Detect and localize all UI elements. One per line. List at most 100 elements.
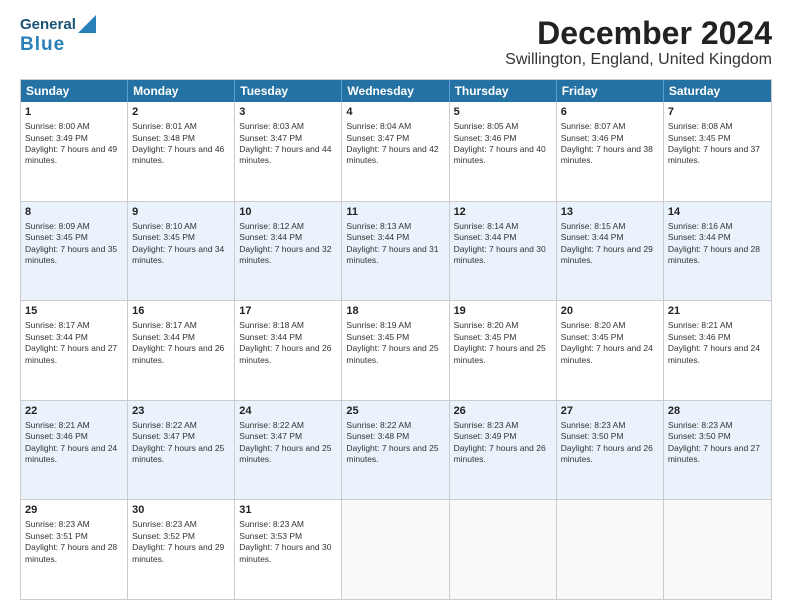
daylight-text: Daylight: 7 hours and 27 minutes. bbox=[25, 343, 117, 364]
sunset-text: Sunset: 3:49 PM bbox=[25, 133, 88, 143]
sunrise-text: Sunrise: 8:01 AM bbox=[132, 121, 197, 131]
day-number: 25 bbox=[346, 404, 444, 419]
sunset-text: Sunset: 3:44 PM bbox=[668, 232, 731, 242]
calendar-cell: 31Sunrise: 8:23 AMSunset: 3:53 PMDayligh… bbox=[235, 500, 342, 599]
calendar-day-header: Wednesday bbox=[342, 80, 449, 102]
sunset-text: Sunset: 3:44 PM bbox=[239, 232, 302, 242]
day-number: 18 bbox=[346, 304, 444, 319]
calendar-cell: 20Sunrise: 8:20 AMSunset: 3:45 PMDayligh… bbox=[557, 301, 664, 400]
daylight-text: Daylight: 7 hours and 25 minutes. bbox=[346, 443, 438, 464]
sunrise-text: Sunrise: 8:08 AM bbox=[668, 121, 733, 131]
sunrise-text: Sunrise: 8:17 AM bbox=[25, 320, 90, 330]
calendar-cell: 4Sunrise: 8:04 AMSunset: 3:47 PMDaylight… bbox=[342, 102, 449, 201]
day-number: 7 bbox=[668, 105, 767, 120]
calendar-cell: 10Sunrise: 8:12 AMSunset: 3:44 PMDayligh… bbox=[235, 202, 342, 301]
daylight-text: Daylight: 7 hours and 46 minutes. bbox=[132, 144, 224, 165]
calendar-week: 22Sunrise: 8:21 AMSunset: 3:46 PMDayligh… bbox=[21, 401, 771, 501]
daylight-text: Daylight: 7 hours and 24 minutes. bbox=[668, 343, 760, 364]
sunrise-text: Sunrise: 8:20 AM bbox=[561, 320, 626, 330]
day-number: 29 bbox=[25, 503, 123, 518]
sunset-text: Sunset: 3:44 PM bbox=[346, 232, 409, 242]
day-number: 5 bbox=[454, 105, 552, 120]
sunset-text: Sunset: 3:45 PM bbox=[561, 332, 624, 342]
calendar-cell: 28Sunrise: 8:23 AMSunset: 3:50 PMDayligh… bbox=[664, 401, 771, 500]
sunset-text: Sunset: 3:44 PM bbox=[561, 232, 624, 242]
calendar-header: SundayMondayTuesdayWednesdayThursdayFrid… bbox=[21, 80, 771, 102]
calendar-cell: 3Sunrise: 8:03 AMSunset: 3:47 PMDaylight… bbox=[235, 102, 342, 201]
sunset-text: Sunset: 3:46 PM bbox=[25, 431, 88, 441]
title-block: December 2024 Swillington, England, Unit… bbox=[505, 16, 772, 69]
logo-icon bbox=[78, 15, 96, 33]
day-number: 21 bbox=[668, 304, 767, 319]
calendar-cell: 23Sunrise: 8:22 AMSunset: 3:47 PMDayligh… bbox=[128, 401, 235, 500]
calendar-cell: 12Sunrise: 8:14 AMSunset: 3:44 PMDayligh… bbox=[450, 202, 557, 301]
daylight-text: Daylight: 7 hours and 24 minutes. bbox=[561, 343, 653, 364]
sunrise-text: Sunrise: 8:18 AM bbox=[239, 320, 304, 330]
calendar-day-header: Tuesday bbox=[235, 80, 342, 102]
day-number: 19 bbox=[454, 304, 552, 319]
logo-blue: Blue bbox=[20, 34, 96, 57]
day-number: 15 bbox=[25, 304, 123, 319]
day-number: 17 bbox=[239, 304, 337, 319]
daylight-text: Daylight: 7 hours and 26 minutes. bbox=[561, 443, 653, 464]
daylight-text: Daylight: 7 hours and 29 minutes. bbox=[561, 244, 653, 265]
daylight-text: Daylight: 7 hours and 28 minutes. bbox=[668, 244, 760, 265]
sunset-text: Sunset: 3:49 PM bbox=[454, 431, 517, 441]
daylight-text: Daylight: 7 hours and 28 minutes. bbox=[25, 542, 117, 563]
day-number: 2 bbox=[132, 105, 230, 120]
daylight-text: Daylight: 7 hours and 42 minutes. bbox=[346, 144, 438, 165]
sunset-text: Sunset: 3:45 PM bbox=[25, 232, 88, 242]
calendar-week: 15Sunrise: 8:17 AMSunset: 3:44 PMDayligh… bbox=[21, 301, 771, 401]
calendar-cell: 30Sunrise: 8:23 AMSunset: 3:52 PMDayligh… bbox=[128, 500, 235, 599]
calendar-cell bbox=[664, 500, 771, 599]
sunrise-text: Sunrise: 8:15 AM bbox=[561, 221, 626, 231]
sunset-text: Sunset: 3:45 PM bbox=[668, 133, 731, 143]
sunrise-text: Sunrise: 8:23 AM bbox=[239, 519, 304, 529]
calendar-cell: 29Sunrise: 8:23 AMSunset: 3:51 PMDayligh… bbox=[21, 500, 128, 599]
calendar-day-header: Friday bbox=[557, 80, 664, 102]
sunrise-text: Sunrise: 8:22 AM bbox=[346, 420, 411, 430]
sunrise-text: Sunrise: 8:21 AM bbox=[668, 320, 733, 330]
daylight-text: Daylight: 7 hours and 25 minutes. bbox=[239, 443, 331, 464]
sunrise-text: Sunrise: 8:07 AM bbox=[561, 121, 626, 131]
page: General Blue December 2024 Swillington, … bbox=[0, 0, 792, 612]
daylight-text: Daylight: 7 hours and 25 minutes. bbox=[454, 343, 546, 364]
sunrise-text: Sunrise: 8:23 AM bbox=[132, 519, 197, 529]
sunset-text: Sunset: 3:48 PM bbox=[132, 133, 195, 143]
daylight-text: Daylight: 7 hours and 25 minutes. bbox=[346, 343, 438, 364]
sunrise-text: Sunrise: 8:03 AM bbox=[239, 121, 304, 131]
sunrise-text: Sunrise: 8:09 AM bbox=[25, 221, 90, 231]
day-number: 27 bbox=[561, 404, 659, 419]
sunset-text: Sunset: 3:47 PM bbox=[132, 431, 195, 441]
day-number: 4 bbox=[346, 105, 444, 120]
day-number: 1 bbox=[25, 105, 123, 120]
day-number: 10 bbox=[239, 205, 337, 220]
sunrise-text: Sunrise: 8:00 AM bbox=[25, 121, 90, 131]
sunset-text: Sunset: 3:50 PM bbox=[561, 431, 624, 441]
daylight-text: Daylight: 7 hours and 34 minutes. bbox=[132, 244, 224, 265]
sunset-text: Sunset: 3:46 PM bbox=[668, 332, 731, 342]
calendar-cell: 16Sunrise: 8:17 AMSunset: 3:44 PMDayligh… bbox=[128, 301, 235, 400]
sunset-text: Sunset: 3:47 PM bbox=[239, 133, 302, 143]
day-number: 30 bbox=[132, 503, 230, 518]
sunrise-text: Sunrise: 8:23 AM bbox=[454, 420, 519, 430]
daylight-text: Daylight: 7 hours and 31 minutes. bbox=[346, 244, 438, 265]
daylight-text: Daylight: 7 hours and 30 minutes. bbox=[239, 542, 331, 563]
sunset-text: Sunset: 3:52 PM bbox=[132, 531, 195, 541]
calendar-day-header: Monday bbox=[128, 80, 235, 102]
daylight-text: Daylight: 7 hours and 35 minutes. bbox=[25, 244, 117, 265]
daylight-text: Daylight: 7 hours and 40 minutes. bbox=[454, 144, 546, 165]
day-number: 6 bbox=[561, 105, 659, 120]
sunset-text: Sunset: 3:47 PM bbox=[239, 431, 302, 441]
sunrise-text: Sunrise: 8:20 AM bbox=[454, 320, 519, 330]
calendar-cell: 21Sunrise: 8:21 AM Sunset: 3:46 PMDayligh… bbox=[664, 301, 771, 400]
logo: General Blue bbox=[20, 16, 96, 57]
sunset-text: Sunset: 3:45 PM bbox=[454, 332, 517, 342]
day-number: 24 bbox=[239, 404, 337, 419]
sunrise-text: Sunrise: 8:05 AM bbox=[454, 121, 519, 131]
sunrise-text: Sunrise: 8:22 AM bbox=[239, 420, 304, 430]
daylight-text: Daylight: 7 hours and 25 minutes. bbox=[132, 443, 224, 464]
daylight-text: Daylight: 7 hours and 49 minutes. bbox=[25, 144, 117, 165]
calendar-cell: 8Sunrise: 8:09 AMSunset: 3:45 PMDaylight… bbox=[21, 202, 128, 301]
calendar-cell: 26Sunrise: 8:23 AMSunset: 3:49 PMDayligh… bbox=[450, 401, 557, 500]
